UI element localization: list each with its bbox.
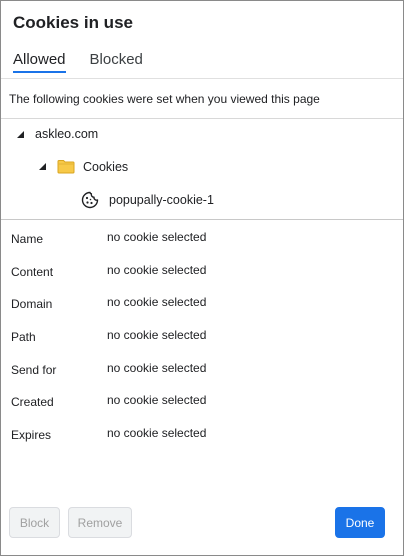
block-button[interactable]: Block <box>9 507 60 538</box>
triangle-expanded-icon[interactable] <box>15 129 25 139</box>
detail-label: Path <box>11 330 36 344</box>
tabs-divider <box>1 78 403 79</box>
detail-label: Expires <box>11 428 52 442</box>
detail-label: Send for <box>11 363 57 377</box>
detail-row-domain: Domain no cookie selected <box>11 295 391 315</box>
detail-value: no cookie selected <box>107 230 207 244</box>
remove-button[interactable]: Remove <box>68 507 132 538</box>
done-button[interactable]: Done <box>335 507 385 538</box>
detail-row-expires: Expires no cookie selected <box>11 426 391 446</box>
detail-label: Name <box>11 232 44 246</box>
triangle-expanded-icon[interactable] <box>37 162 47 172</box>
folder-icon <box>57 159 75 174</box>
detail-row-content: Content no cookie selected <box>11 263 391 283</box>
detail-value: no cookie selected <box>107 426 207 440</box>
tree-bottom-divider <box>1 219 403 220</box>
tab-blocked[interactable]: Blocked <box>90 51 143 73</box>
detail-value: no cookie selected <box>107 263 207 277</box>
intro-text: The following cookies were set when you … <box>9 92 320 106</box>
detail-row-created: Created no cookie selected <box>11 393 391 413</box>
dialog-title: Cookies in use <box>13 13 133 32</box>
tree-item-site[interactable]: askleo.com <box>15 127 98 141</box>
cookie-icon <box>81 191 99 209</box>
cookies-dialog: Cookies in use Allowed Blocked The follo… <box>0 0 404 556</box>
detail-label: Content <box>11 265 54 279</box>
detail-row-send-for: Send for no cookie selected <box>11 361 391 381</box>
detail-label: Domain <box>11 297 53 311</box>
tree-top-divider <box>1 118 403 119</box>
detail-value: no cookie selected <box>107 393 207 407</box>
detail-row-path: Path no cookie selected <box>11 328 391 348</box>
tree-site-label: askleo.com <box>35 127 99 141</box>
tree-item-folder[interactable]: Cookies <box>37 159 128 174</box>
detail-label: Created <box>11 395 54 409</box>
detail-row-name: Name no cookie selected <box>11 230 391 250</box>
tab-allowed[interactable]: Allowed <box>13 51 66 73</box>
detail-value: no cookie selected <box>107 328 207 342</box>
tree-cookie-label: popupally-cookie-1 <box>109 193 214 207</box>
tab-strip: Allowed Blocked <box>13 51 143 73</box>
tree-item-cookie[interactable]: popupally-cookie-1 <box>81 191 214 209</box>
tree-folder-label: Cookies <box>83 159 129 174</box>
detail-value: no cookie selected <box>107 361 207 375</box>
detail-value: no cookie selected <box>107 295 207 309</box>
